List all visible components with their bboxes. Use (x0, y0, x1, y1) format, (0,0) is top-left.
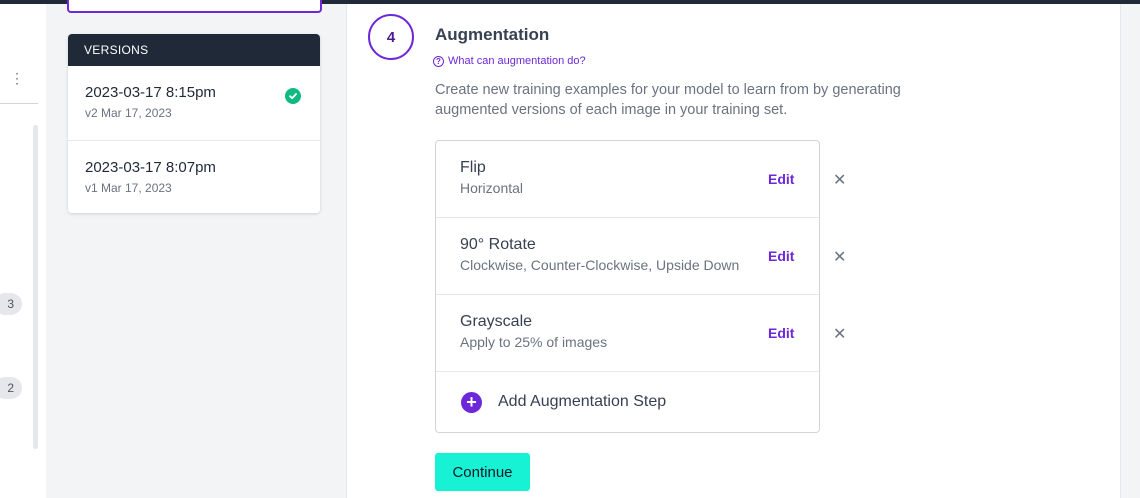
add-augmentation-step-button[interactable]: + Add Augmentation Step (436, 372, 819, 432)
edit-button[interactable]: Edit (768, 171, 794, 187)
help-link[interactable]: ? What can augmentation do? (433, 55, 586, 67)
version-subtitle: v1 Mar 17, 2023 (85, 181, 172, 195)
version-item[interactable]: 2023-03-17 8:07pm v1 Mar 17, 2023 (68, 140, 320, 213)
question-circle-icon: ? (433, 55, 444, 67)
version-item[interactable]: 2023-03-17 8:15pm v2 Mar 17, 2023 (68, 66, 320, 140)
step-number: 4 (368, 14, 414, 60)
augmentation-detail: Apply to 25% of images (460, 334, 608, 350)
augmentation-detail: Clockwise, Counter-Clockwise, Upside Dow… (460, 257, 740, 273)
count-badge: 3 (0, 293, 22, 315)
left-rail: ⋮ 3 2 (0, 4, 46, 498)
augmentation-item: 90° Rotate Clockwise, Counter-Clockwise,… (436, 218, 819, 295)
section-title: Augmentation (435, 25, 550, 44)
scrollbar[interactable] (33, 125, 38, 449)
version-name: 2023-03-17 8:07pm (85, 159, 216, 176)
augmentation-name: Flip (460, 159, 486, 176)
versions-header: VERSIONS (68, 34, 320, 66)
count-badge: 2 (0, 377, 22, 399)
augmentation-name: Grayscale (460, 313, 533, 330)
edit-button[interactable]: Edit (768, 248, 794, 264)
rail-divider (0, 103, 38, 104)
version-subtitle: v2 Mar 17, 2023 (85, 106, 172, 120)
close-icon[interactable]: ✕ (833, 247, 846, 267)
previous-card (67, 0, 322, 13)
kebab-menu-icon[interactable]: ⋮ (10, 70, 24, 86)
augmentation-item: Flip Horizontal Edit (436, 141, 819, 218)
plus-circle-icon: + (461, 391, 482, 413)
add-step-label: Add Augmentation Step (498, 393, 667, 410)
augmentation-detail: Horizontal (460, 180, 524, 196)
versions-panel: VERSIONS 2023-03-17 8:15pm v2 Mar 17, 20… (68, 34, 320, 213)
continue-button[interactable]: Continue (435, 453, 530, 491)
augmentation-name: 90° Rotate (460, 236, 536, 253)
main-panel: 4 Augmentation ? What can augmentation d… (346, 4, 1121, 498)
close-icon[interactable]: ✕ (833, 170, 846, 190)
edit-button[interactable]: Edit (768, 325, 794, 341)
check-circle-icon (285, 88, 301, 104)
augmentation-list: Flip Horizontal Edit 90° Rotate Clockwis… (435, 140, 820, 433)
help-link-label: What can augmentation do? (448, 55, 586, 67)
augmentation-item: Grayscale Apply to 25% of images Edit (436, 295, 819, 372)
close-icon[interactable]: ✕ (833, 324, 846, 344)
section-description: Create new training examples for your mo… (435, 82, 901, 118)
